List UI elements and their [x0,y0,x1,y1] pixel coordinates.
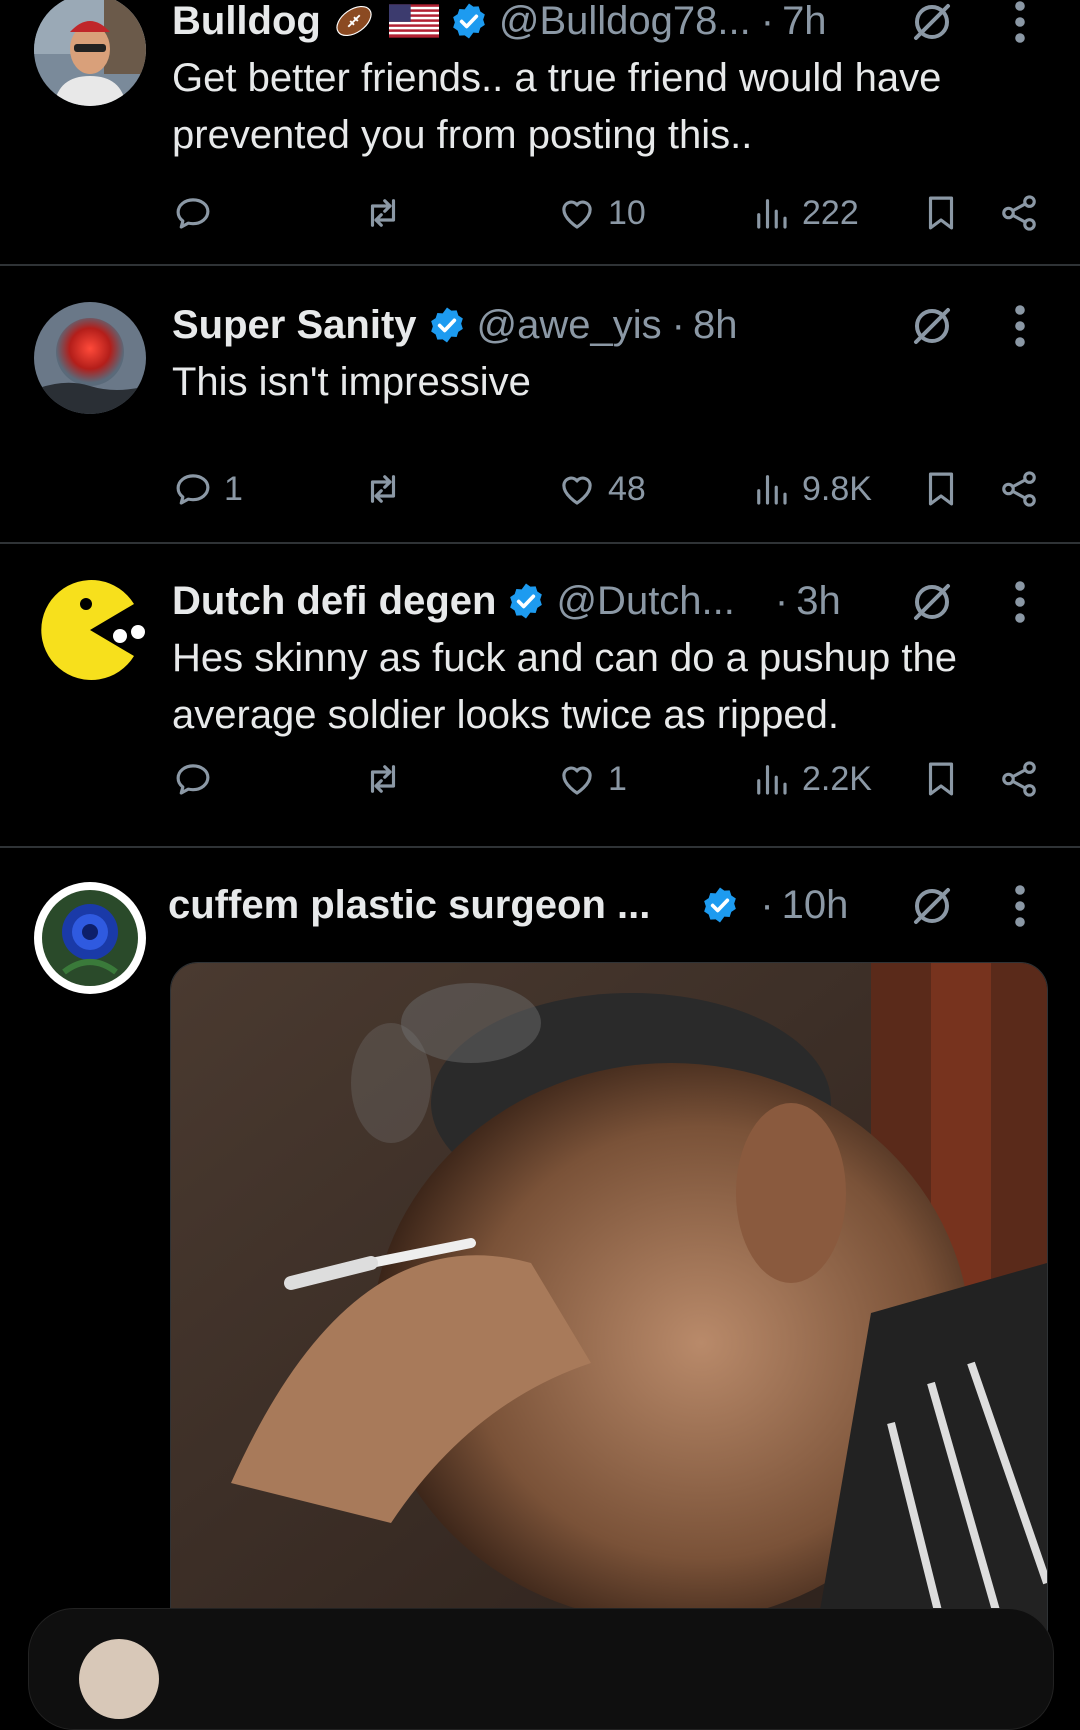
separator-dot: · [760,0,775,43]
gif-image [171,963,1047,1663]
reply-count: 1 [224,469,243,508]
views-icon [750,758,792,800]
like-icon [556,758,598,800]
reply-icon [172,192,214,234]
grok-icon[interactable] [908,302,956,350]
retweet-button[interactable] [362,464,404,514]
reply-button[interactable]: 1 [172,464,243,514]
display-name[interactable]: Dutch defi degen [172,579,496,624]
tweet[interactable]: Bulldog @Bulldog78... · 7h Get better fr… [0,0,1080,266]
bookmark-icon [920,758,962,800]
views-button[interactable]: 2.2K [750,754,872,804]
avatar[interactable] [79,1639,159,1719]
bottom-sheet[interactable] [28,1608,1054,1730]
separator-dot: · [774,578,789,623]
grok-icon[interactable] [908,578,956,626]
view-count: 9.8K [802,469,872,508]
views-button[interactable]: 9.8K [750,464,872,514]
retweet-icon [362,192,404,234]
display-name[interactable]: Super Sanity [172,303,417,348]
action-bar: 10 222 [0,188,1080,238]
handle[interactable]: @Bulldog78... [499,0,751,44]
share-button[interactable] [998,464,1040,514]
like-count: 48 [608,469,646,508]
bookmark-button[interactable] [920,188,962,238]
share-icon [998,758,1040,800]
action-bar: 1 2.2K [0,754,1080,804]
views-icon [750,192,792,234]
view-count: 2.2K [802,759,872,798]
like-icon [556,192,598,234]
retweet-button[interactable] [362,754,404,804]
retweet-icon [362,468,404,510]
timestamp[interactable]: 8h [693,303,738,348]
share-button[interactable] [998,188,1040,238]
separator-dot: · [760,882,774,927]
view-count: 222 [802,193,859,232]
avatar[interactable] [34,882,146,994]
reply-icon [172,758,214,800]
us-flag-emoji [388,4,439,38]
tweet-text: This isn't impressive [172,360,531,404]
verified-badge-icon [700,885,740,925]
display-name[interactable]: cuffem plastic surgeon ... [168,883,650,928]
share-button[interactable] [998,754,1040,804]
tweet[interactable]: Super Sanity @awe_yis · 8h This isn't im… [0,266,1080,542]
tweet-text: Get better friends.. a true friend would… [172,56,942,157]
more-icon[interactable] [1012,882,1028,930]
bookmark-button[interactable] [920,464,962,514]
verified-badge-icon [449,1,489,41]
more-icon[interactable] [1012,302,1028,350]
retweet-button[interactable] [362,188,404,238]
reply-icon [172,468,214,510]
more-icon[interactable] [1012,578,1028,626]
like-button[interactable]: 10 [556,188,646,238]
handle[interactable]: @awe_yis [477,303,662,348]
verified-badge-icon [506,581,546,621]
timestamp[interactable]: 10h [782,883,849,928]
more-icon[interactable] [1012,0,1028,46]
like-icon [556,468,598,510]
like-button[interactable]: 48 [556,464,646,514]
tweet[interactable]: Dutch defi degen @Dutch... · 3h Hes skin… [0,544,1080,846]
handle[interactable]: @Dutch... [556,579,734,624]
separator-dot: · [671,302,685,347]
display-name[interactable]: Bulldog [172,0,321,44]
views-button[interactable]: 222 [750,188,859,238]
avatar[interactable] [34,574,154,686]
action-bar: 1 48 9.8K [0,464,1080,514]
timestamp[interactable]: 7h [782,0,827,44]
bookmark-icon [920,468,962,510]
retweet-icon [362,758,404,800]
share-icon [998,192,1040,234]
like-count: 10 [608,193,646,232]
bookmark-button[interactable] [920,754,962,804]
reply-button[interactable] [172,188,224,238]
avatar[interactable] [34,0,146,106]
verified-badge-icon [427,305,467,345]
football-emoji [336,5,372,37]
avatar[interactable] [34,302,146,414]
share-icon [998,468,1040,510]
media-gif[interactable] [170,962,1048,1664]
timestamp[interactable]: 3h [796,579,841,624]
tweet-text: Hes skinny as fuck and can do a pushup t… [172,636,957,737]
like-count: 1 [608,759,627,798]
grok-icon[interactable] [908,0,956,46]
bookmark-icon [920,192,962,234]
reply-button[interactable] [172,754,224,804]
like-button[interactable]: 1 [556,754,627,804]
grok-icon[interactable] [908,882,956,930]
views-icon [750,468,792,510]
